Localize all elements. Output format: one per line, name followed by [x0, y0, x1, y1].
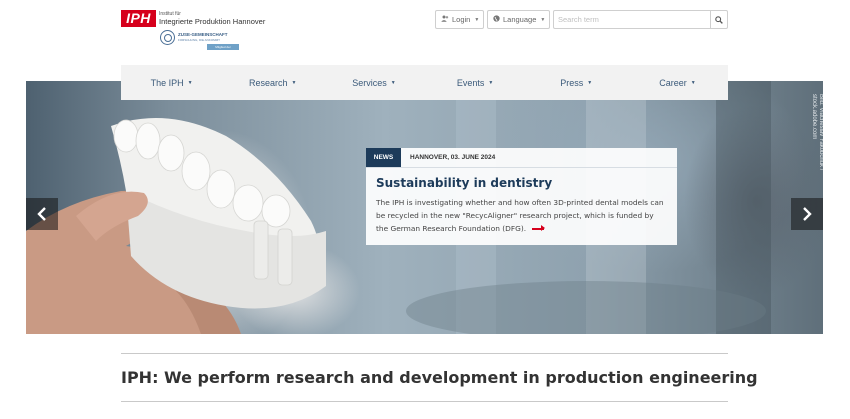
chevron-right-icon — [803, 207, 812, 221]
news-tag: NEWS — [366, 148, 401, 167]
zuse-member-badge: Mitglied der — [207, 44, 239, 50]
nav-item-label: The IPH — [150, 77, 184, 88]
nav-item-career[interactable]: Career ▼ — [627, 65, 728, 100]
globe-icon — [493, 15, 500, 24]
chevron-down-icon: ▼ — [474, 16, 480, 23]
zuse-emblem-icon — [160, 30, 175, 45]
nav-item-services[interactable]: Services ▼ — [323, 65, 424, 100]
nav-item-press[interactable]: Press ▼ — [526, 65, 627, 100]
search-button[interactable] — [710, 11, 727, 28]
search-box[interactable] — [553, 10, 728, 29]
chevron-down-icon: ▼ — [291, 79, 297, 86]
heading-divider-top — [121, 353, 728, 354]
institute-name: Integrierte Produktion Hannover — [159, 17, 266, 26]
zuse-title: ZUSE-GEMEINSCHAFT — [178, 32, 228, 37]
login-button[interactable]: Login ▼ — [435, 10, 484, 29]
login-label: Login — [452, 15, 471, 24]
news-text-body: The IPH is investigating whether and how… — [376, 198, 664, 233]
chevron-down-icon: ▼ — [488, 79, 494, 86]
nav-item-events[interactable]: Events ▼ — [425, 65, 526, 100]
language-label: Language — [503, 15, 537, 24]
slider-next-button[interactable] — [791, 198, 823, 230]
chevron-down-icon: ▼ — [690, 79, 696, 86]
news-teaser[interactable]: NEWS HANNOVER, 03. JUNE 2024 Sustainabil… — [366, 148, 677, 245]
search-icon — [715, 15, 723, 24]
photo-credit-text: Bild: Viacheslav Yakobchuk / stock.adobe… — [811, 94, 823, 170]
chevron-down-icon: ▼ — [390, 79, 396, 86]
news-divider — [366, 167, 677, 168]
users-icon — [441, 15, 449, 24]
zuse-subtitle: FORSCHUNG, DIE ANKOMMT — [178, 38, 221, 42]
photo-credit: Bild: Viacheslav Yakobchuk / stock.adobe… — [808, 94, 823, 194]
chevron-left-icon — [37, 207, 46, 221]
news-date: HANNOVER, 03. JUNE 2024 — [410, 154, 496, 161]
nav-item-label: Research — [249, 77, 288, 88]
heading-divider-bottom — [121, 401, 728, 402]
nav-item-label: Career — [659, 77, 687, 88]
main-nav: The IPH ▼ Research ▼ Services ▼ Events ▼ Pre… — [121, 65, 728, 100]
nav-item-research[interactable]: Research ▼ — [222, 65, 323, 100]
page-title: IPH: We perform research and development… — [121, 368, 758, 387]
nav-item-label: Events — [456, 77, 485, 88]
arrow-right-icon[interactable] — [532, 226, 546, 231]
iph-logo[interactable]: IPH — [121, 10, 156, 27]
chevron-down-icon: ▼ — [187, 79, 193, 86]
chevron-down-icon: ▼ — [540, 16, 546, 23]
nav-item-label: Services — [352, 77, 387, 88]
search-input[interactable] — [554, 11, 711, 28]
nav-item-label: Press — [560, 77, 584, 88]
zuse-logo[interactable]: ZUSE-GEMEINSCHAFT FORSCHUNG, DIE ANKOMMT… — [160, 30, 242, 52]
news-title[interactable]: Sustainability in dentistry — [376, 176, 552, 190]
slider-prev-button[interactable] — [26, 198, 58, 230]
chevron-down-icon: ▼ — [587, 79, 593, 86]
nav-item-the-iph[interactable]: The IPH ▼ — [121, 65, 222, 100]
language-button[interactable]: Language ▼ — [487, 10, 550, 29]
news-text: The IPH is investigating whether and how… — [376, 196, 668, 235]
